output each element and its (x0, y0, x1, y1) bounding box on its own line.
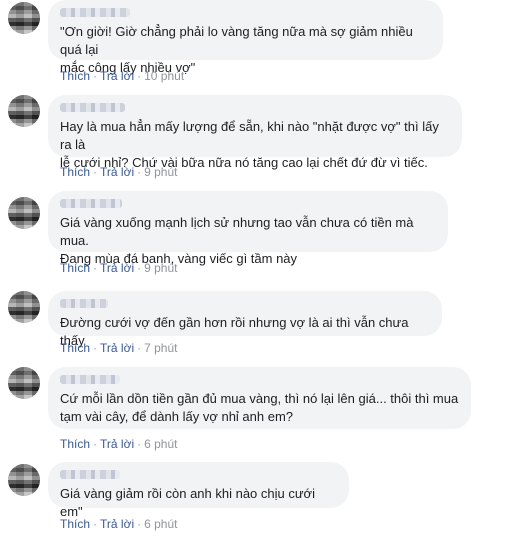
comment-bubble: Đường cưới vợ đến gần hơn rồi nhưng vợ l… (48, 291, 442, 348)
separator-dot: · (137, 261, 142, 275)
separator-dot: · (93, 165, 98, 179)
separator-dot: · (93, 517, 98, 531)
separator-dot: · (93, 261, 98, 275)
avatar[interactable] (8, 291, 40, 323)
comment-bubble: "Ơn giời! Giờ chẳng phải lo vàng tăng nữ… (48, 0, 443, 75)
comment-timestamp[interactable]: 6 phút (144, 437, 177, 451)
separator-dot: · (93, 437, 98, 451)
reply-button[interactable]: Trả lời (100, 341, 134, 355)
reply-button[interactable]: Trả lời (100, 261, 134, 275)
comment-timestamp[interactable]: 9 phút (144, 165, 177, 179)
commenter-name-blurred[interactable] (60, 199, 122, 208)
separator-dot: · (137, 437, 142, 451)
like-button[interactable]: Thích (60, 261, 90, 275)
reply-button[interactable]: Trả lời (100, 437, 134, 451)
comment-actions: Thích · Trả lời · 10 phút (60, 69, 184, 83)
like-button[interactable]: Thích (60, 165, 90, 179)
comment-thread: "Ơn giời! Giờ chẳng phải lo vàng tăng nữ… (0, 0, 509, 537)
commenter-name-blurred[interactable] (60, 375, 120, 384)
comment-bubble: Hay là mua hẳn mấy lượng để sẵn, khi nào… (48, 95, 462, 170)
comment-text: Giá vàng giảm rồi còn anh khi nào chịu c… (60, 486, 319, 519)
avatar[interactable] (8, 95, 40, 127)
comment-actions: Thích · Trả lời · 7 phút (60, 341, 177, 355)
comment-bubble: Cứ mỗi lần dồn tiền gần đủ mua vàng, thì… (48, 367, 471, 429)
reply-button[interactable]: Trả lời (100, 165, 134, 179)
comment-bubble: Giá vàng xuống mạnh lịch sử nhưng tao vẫ… (48, 191, 448, 266)
avatar[interactable] (8, 367, 40, 399)
like-button[interactable]: Thích (60, 517, 90, 531)
comment-timestamp[interactable]: 7 phút (144, 341, 177, 355)
like-button[interactable]: Thích (60, 437, 90, 451)
commenter-name-blurred[interactable] (60, 299, 108, 308)
comment-actions: Thích · Trả lời · 6 phút (60, 517, 177, 531)
comment-timestamp[interactable]: 10 phút (144, 69, 184, 83)
like-button[interactable]: Thích (60, 69, 90, 83)
avatar[interactable] (8, 2, 40, 34)
comment-timestamp[interactable]: 9 phút (144, 261, 177, 275)
comment-actions: Thích · Trả lời · 9 phút (60, 261, 177, 275)
comment-bubble: Giá vàng giảm rồi còn anh khi nào chịu c… (48, 462, 349, 519)
like-button[interactable]: Thích (60, 341, 90, 355)
comment-text: Giá vàng xuống mạnh lịch sử nhưng tao vẫ… (60, 215, 414, 266)
comment-text: Hay là mua hẳn mấy lượng để sẵn, khi nào… (60, 119, 439, 170)
comment-text: Cứ mỗi lần dồn tiền gần đủ mua vàng, thì… (60, 391, 459, 424)
commenter-name-blurred[interactable] (60, 470, 120, 479)
separator-dot: · (137, 341, 142, 355)
reply-button[interactable]: Trả lời (100, 517, 134, 531)
commenter-name-blurred[interactable] (60, 8, 130, 17)
avatar[interactable] (8, 197, 40, 229)
comment-timestamp[interactable]: 6 phút (144, 517, 177, 531)
avatar[interactable] (8, 464, 40, 496)
comment-actions: Thích · Trả lời · 9 phút (60, 165, 177, 179)
commenter-name-blurred[interactable] (60, 103, 125, 112)
separator-dot: · (137, 165, 142, 179)
separator-dot: · (137, 69, 142, 83)
comment-actions: Thích · Trả lời · 6 phút (60, 437, 177, 451)
separator-dot: · (93, 69, 98, 83)
separator-dot: · (93, 341, 98, 355)
separator-dot: · (137, 517, 142, 531)
reply-button[interactable]: Trả lời (100, 69, 134, 83)
